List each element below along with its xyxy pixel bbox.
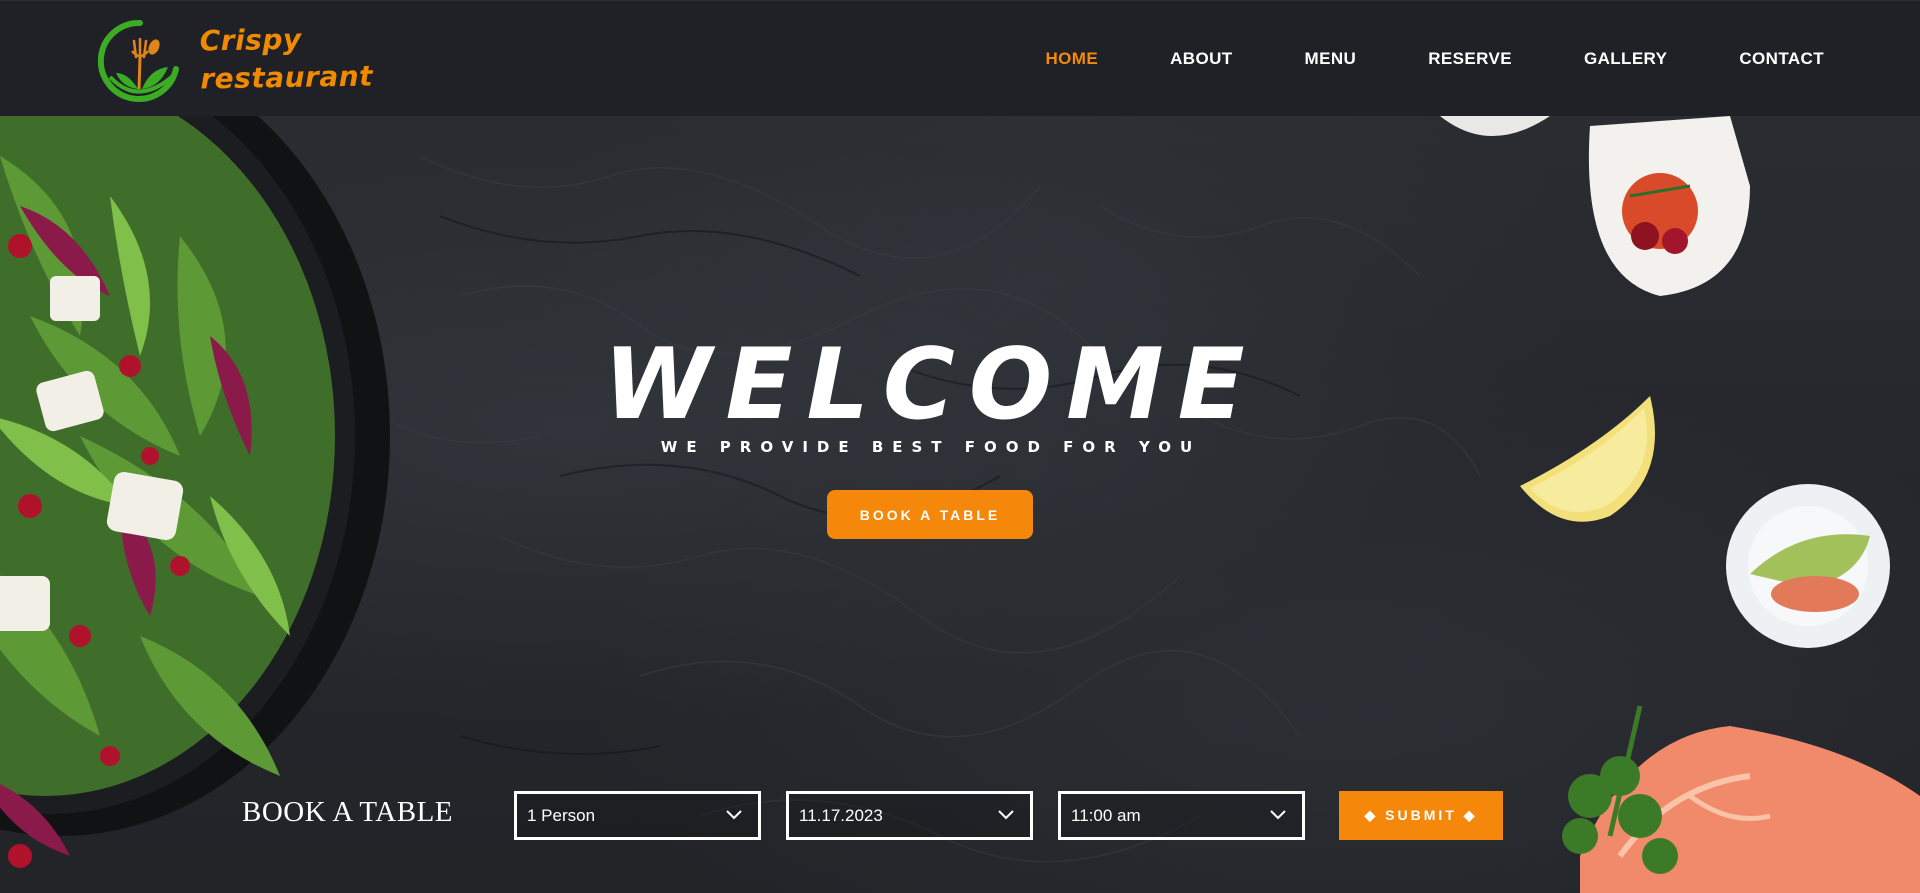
submit-button[interactable]: ◆ SUBMIT ◆	[1339, 791, 1503, 840]
nav-item-gallery[interactable]: GALLERY	[1584, 49, 1667, 69]
guests-select[interactable]: 1 Person	[514, 791, 761, 840]
hero-title: WELCOME	[603, 328, 1259, 442]
time-value: 11:00 am	[1071, 805, 1141, 825]
page: Crispy restaurant HOME ABOUT MENU RESERV…	[0, 0, 1920, 893]
sushi-decorations-image	[1440, 116, 1920, 893]
main-nav: HOME ABOUT MENU RESERVE GALLERY CONTACT	[1045, 1, 1824, 117]
time-select[interactable]: 11:00 am	[1058, 791, 1305, 840]
brand-name-line2: restaurant	[200, 59, 374, 96]
nav-item-home[interactable]: HOME	[1045, 49, 1098, 69]
brand-name: Crispy restaurant	[199, 19, 373, 98]
date-value: 11.17.2023	[799, 805, 883, 825]
brand-name-line1: Crispy	[199, 22, 302, 58]
booking-title: BOOK A TABLE	[242, 796, 453, 828]
book-table-button[interactable]: BOOK A TABLE	[827, 490, 1033, 539]
chevron-down-icon	[998, 810, 1014, 820]
chevron-down-icon	[1270, 810, 1286, 820]
salad-bowl-image	[0, 116, 390, 868]
hero-section: WELCOME WE PROVIDE BEST FOOD FOR YOU BOO…	[0, 116, 1920, 893]
nav-item-menu[interactable]: MENU	[1305, 49, 1357, 69]
nav-item-contact[interactable]: CONTACT	[1739, 49, 1824, 69]
nav-item-reserve[interactable]: RESERVE	[1428, 49, 1512, 69]
nav-item-about[interactable]: ABOUT	[1170, 49, 1232, 69]
guests-value: 1 Person	[527, 805, 596, 825]
header-navbar: Crispy restaurant HOME ABOUT MENU RESERV…	[0, 0, 1920, 116]
brand-logo[interactable]: Crispy restaurant	[98, 17, 373, 105]
fork-spoon-leaf-icon	[98, 19, 179, 102]
chevron-down-icon	[726, 810, 742, 820]
hero-tagline: WE PROVIDE BEST FOOD FOR YOU	[660, 438, 1202, 456]
date-select[interactable]: 11.17.2023	[786, 791, 1033, 840]
